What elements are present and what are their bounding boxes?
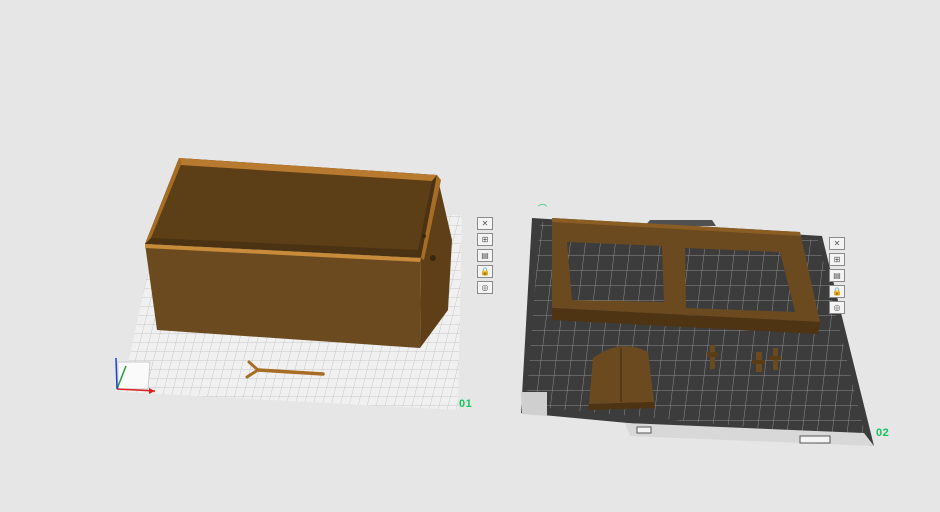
settings-icon[interactable]: ◎	[477, 281, 493, 294]
plate-1-label[interactable]: 01	[459, 398, 472, 410]
svg-text:⌒: ⌒	[538, 204, 547, 215]
door-model[interactable]	[588, 346, 655, 410]
arrange-icon[interactable]: ⊞	[477, 233, 493, 246]
orient-icon[interactable]: ▤	[829, 269, 845, 282]
settings-icon[interactable]: ◎	[829, 301, 845, 314]
plate-1-toolbar: ✕ ⊞ ▤ 🔒 ◎	[477, 217, 493, 294]
orient-icon[interactable]: ▤	[477, 249, 493, 262]
frame-model[interactable]	[552, 218, 820, 334]
arrange-icon[interactable]: ⊞	[829, 253, 845, 266]
close-icon[interactable]: ✕	[829, 237, 845, 250]
3d-viewport[interactable]: ⌒	[0, 0, 940, 512]
lock-icon[interactable]: 🔒	[477, 265, 493, 278]
plate-2-label[interactable]: 02	[876, 427, 889, 439]
lock-icon[interactable]: 🔒	[829, 285, 845, 298]
box-model[interactable]	[145, 158, 452, 348]
plate-2-toolbar: ✕ ⊞ ▤ 🔒 ◎	[829, 237, 845, 314]
close-icon[interactable]: ✕	[477, 217, 493, 230]
